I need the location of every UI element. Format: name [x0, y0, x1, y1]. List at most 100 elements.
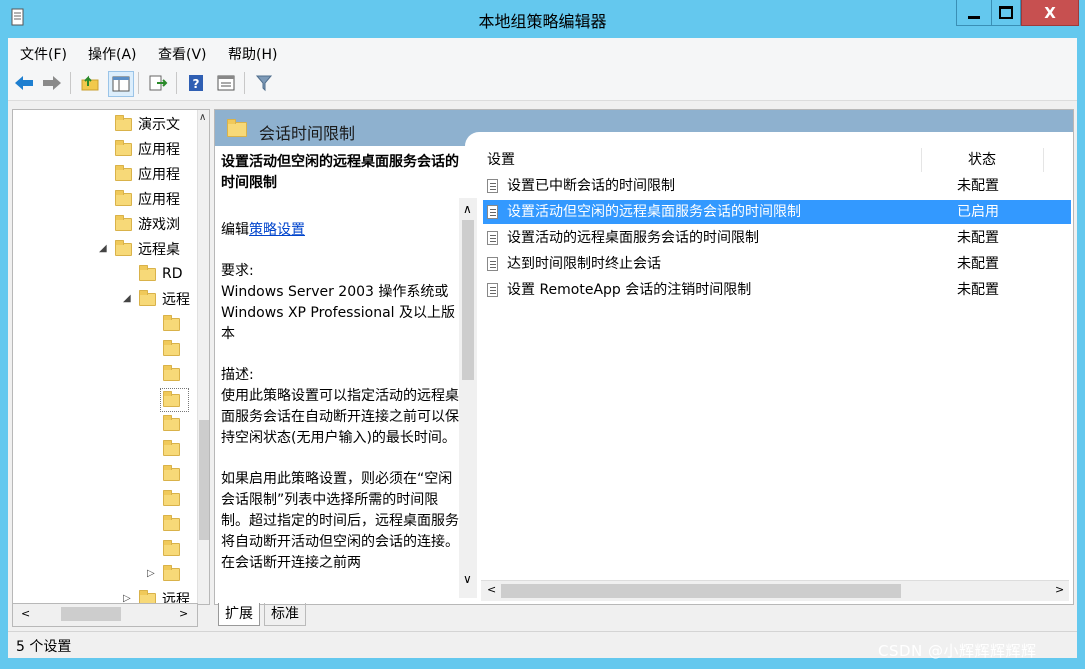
close-button[interactable]: X — [1021, 0, 1079, 26]
tree-item[interactable]: 远程 — [139, 288, 190, 310]
scrollbar-thumb[interactable] — [462, 220, 474, 380]
menu-action[interactable]: 操作(A) — [88, 44, 137, 64]
collapsed-triangle-icon[interactable]: ▷ — [147, 568, 155, 579]
policy-setting-icon — [487, 231, 498, 245]
list-item[interactable]: 设置 RemoteApp 会话的注销时间限制 未配置 — [483, 278, 1071, 302]
tree-item[interactable]: 远程桌 — [115, 238, 180, 260]
pane-title: 会话时间限制 — [259, 124, 356, 143]
scroll-left-icon[interactable]: < — [487, 583, 496, 596]
tree-item-selected[interactable] — [160, 388, 189, 412]
tab-standard[interactable]: 标准 — [264, 603, 306, 626]
forward-button[interactable] — [40, 71, 64, 95]
folder-icon — [139, 264, 156, 281]
scrollbar-thumb[interactable] — [501, 584, 901, 598]
watermark: CSDN @小辉辉辉辉辉 — [878, 642, 1037, 660]
menu-bar: 文件(F) 操作(A) 查看(V) 帮助(H) — [8, 38, 1077, 66]
tree-item[interactable]: 应用程 — [115, 163, 180, 185]
export-list-button[interactable] — [146, 71, 170, 95]
folder-icon — [163, 489, 180, 506]
maximize-icon — [999, 6, 1013, 19]
enabled-text: 如果启用此策略设置，则必须在“空闲会话限制”列表中选择所需的时间限制。超过指定的… — [221, 471, 459, 571]
tree-item[interactable] — [163, 338, 186, 360]
expanded-triangle-icon[interactable]: ◢ — [123, 293, 131, 304]
folder-icon — [115, 139, 132, 156]
forward-arrow-icon — [43, 76, 61, 90]
folder-icon — [163, 514, 180, 531]
edit-prefix: 编辑 — [221, 222, 249, 238]
tree-item[interactable] — [163, 363, 186, 385]
policy-setting-icon — [487, 283, 498, 297]
tree-item[interactable] — [163, 563, 186, 585]
scroll-up-icon[interactable]: ∧ — [199, 112, 206, 123]
show-hide-tree-icon — [112, 76, 130, 92]
list-item[interactable]: 达到时间限制时终止会话 未配置 — [483, 252, 1071, 276]
folder-icon — [163, 439, 180, 456]
tree-item[interactable]: 游戏浏 — [115, 213, 180, 235]
scrollbar-thumb[interactable] — [199, 420, 209, 540]
scroll-right-icon[interactable]: > — [1055, 583, 1064, 596]
filter-icon — [255, 75, 273, 92]
maximize-button[interactable] — [991, 0, 1021, 26]
settings-list: 设置 状态 设置已中断会话的时间限制 未配置 设置活动但空闲的远程桌面服务会话的… — [481, 148, 1073, 588]
policy-title: 设置活动但空闲的远程桌面服务会话的时间限制 — [221, 154, 459, 191]
menu-view[interactable]: 查看(V) — [158, 44, 207, 64]
tree-item[interactable] — [163, 463, 186, 485]
folder-icon — [163, 539, 180, 556]
folder-icon — [227, 119, 247, 137]
toolbar: ? — [8, 66, 1077, 101]
up-folder-icon — [81, 75, 99, 91]
details-pane: 会话时间限制 设置活动但空闲的远程桌面服务会话的时间限制 编辑策略设置 要求: … — [214, 109, 1074, 605]
minimize-button[interactable] — [956, 0, 992, 26]
policy-setting-icon — [487, 205, 498, 219]
list-item-selected[interactable]: 设置活动但空闲的远程桌面服务会话的时间限制 已启用 — [483, 200, 1071, 224]
folder-icon — [115, 114, 132, 131]
view-button[interactable] — [214, 71, 238, 95]
tree-item[interactable] — [163, 488, 186, 510]
folder-icon — [115, 164, 132, 181]
tree-item[interactable]: RD — [139, 263, 183, 285]
tree-vertical-scrollbar[interactable]: ∧ — [197, 110, 209, 604]
column-header-setting[interactable]: 设置 — [483, 148, 922, 172]
scrollbar-thumb[interactable] — [61, 607, 121, 621]
up-folder-button[interactable] — [78, 71, 102, 95]
menu-file[interactable]: 文件(F) — [20, 44, 67, 64]
scroll-up-icon[interactable]: ∧ — [463, 202, 472, 216]
folder-icon — [115, 239, 132, 256]
expanded-triangle-icon[interactable]: ◢ — [99, 243, 107, 254]
policy-setting-icon — [487, 179, 498, 193]
tree-item[interactable]: 演示文 — [115, 113, 180, 135]
tree-item[interactable] — [163, 513, 186, 535]
description-panel: 设置活动但空闲的远程桌面服务会话的时间限制 编辑策略设置 要求: Windows… — [221, 152, 459, 600]
list-item[interactable]: 设置已中断会话的时间限制 未配置 — [483, 174, 1071, 198]
help-button[interactable]: ? — [184, 71, 208, 95]
back-button[interactable] — [12, 71, 36, 95]
tab-extended[interactable]: 扩展 — [218, 603, 260, 626]
folder-icon — [163, 339, 180, 356]
scroll-down-icon[interactable]: ∨ — [463, 572, 472, 586]
minimize-icon — [968, 16, 980, 19]
filter-button[interactable] — [252, 71, 276, 95]
list-horizontal-scrollbar[interactable]: < > — [481, 580, 1069, 601]
menu-help[interactable]: 帮助(H) — [228, 44, 277, 64]
list-item[interactable]: 设置活动的远程桌面服务会话的时间限制 未配置 — [483, 226, 1071, 250]
back-arrow-icon — [15, 76, 33, 90]
tree-item[interactable] — [163, 313, 186, 335]
tree-item[interactable]: 应用程 — [115, 138, 180, 160]
tree-pane: 演示文 应用程 应用程 应用程 游戏浏 ◢ 远程桌 RD ◢ 远程 ▷ ▷ 远程… — [12, 109, 210, 605]
view-tabs: 扩展 标准 — [214, 603, 514, 627]
folder-icon — [163, 464, 180, 481]
show-hide-tree-button[interactable] — [108, 71, 134, 97]
requirements-label: 要求: — [221, 263, 254, 279]
tree-item[interactable] — [163, 413, 186, 435]
tree-item[interactable]: 应用程 — [115, 188, 180, 210]
column-header-state[interactable]: 状态 — [921, 148, 1044, 172]
tree-horizontal-scrollbar[interactable]: < > — [12, 603, 198, 627]
export-list-icon — [149, 75, 168, 91]
folder-icon — [115, 189, 132, 206]
edit-policy-link[interactable]: 策略设置 — [249, 222, 305, 238]
description-text: 使用此策略设置可以指定活动的远程桌面服务会话在自动断开连接之前可以保持空闲状态(… — [221, 388, 459, 446]
scroll-right-icon[interactable]: > — [179, 607, 188, 620]
scroll-left-icon[interactable]: < — [21, 607, 30, 620]
tree-item[interactable] — [163, 438, 186, 460]
tree-item[interactable] — [163, 538, 186, 560]
